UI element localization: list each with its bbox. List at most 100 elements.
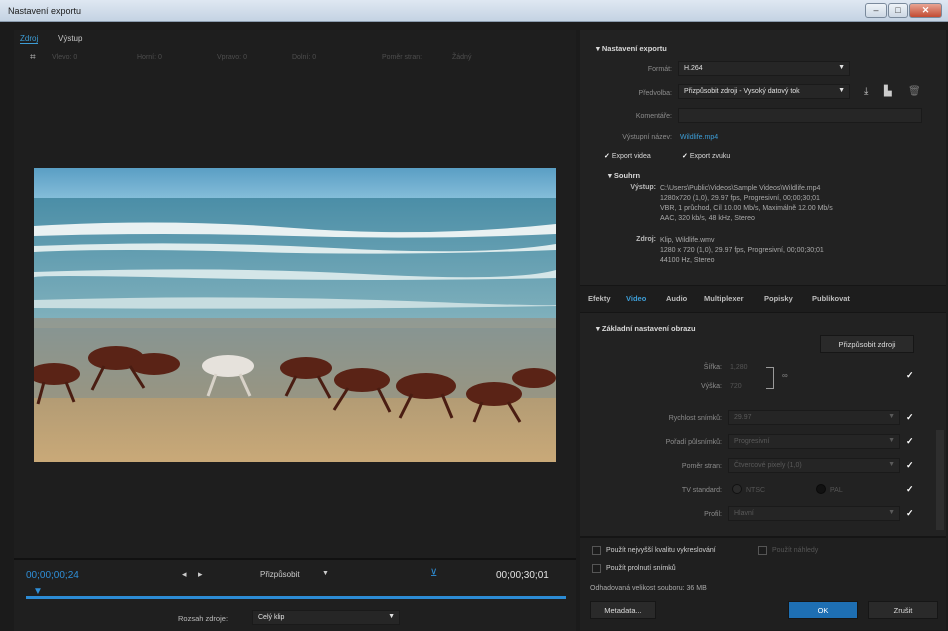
metadata-button[interactable]: Metadata... <box>590 601 656 619</box>
framerate-dropdown[interactable]: 29.97 ▼ <box>728 410 900 425</box>
summary-source-line: 44100 Hz, Stereo <box>660 257 715 264</box>
crop-bottom[interactable]: Dolní: 0 <box>292 54 316 61</box>
summary-output-line: VBR, 1 průchod, Cíl 10.00 Mb/s, Maximáln… <box>660 205 833 212</box>
pal-radio[interactable] <box>816 484 826 494</box>
field-order-dropdown[interactable]: Progresivní ▼ <box>728 434 900 449</box>
preset-label: Předvolba: <box>638 90 672 97</box>
aspect-dropdown[interactable]: Čtvercové pixely (1,0) ▼ <box>728 458 900 473</box>
tab-multiplexer[interactable]: Multiplexer <box>704 294 744 303</box>
timeline-scrubber[interactable] <box>26 596 566 599</box>
video-preview <box>34 168 556 462</box>
duration-timecode: 00;00;30;01 <box>496 570 549 581</box>
format-dropdown[interactable]: H.264 ▼ <box>678 61 850 76</box>
match-source-button[interactable]: Přizpůsobit zdroji <box>820 335 914 353</box>
framerate-check-icon[interactable]: ✓ <box>906 412 914 423</box>
max-quality-label: Použít nejvyšší kvalitu vykreslování <box>606 547 716 554</box>
settings-scrollbar[interactable] <box>936 430 944 530</box>
frame-blend-label: Použít prolnutí snímků <box>606 565 676 572</box>
import-preset-icon[interactable]: ▙ <box>884 86 892 97</box>
profile-value: Hlavní <box>734 510 754 517</box>
summary-output-label: Výstup: <box>630 184 656 191</box>
tab-source[interactable]: Zdroj <box>20 34 39 44</box>
profile-dropdown[interactable]: Hlavní ▼ <box>728 506 900 521</box>
crop-top[interactable]: Horní: 0 <box>137 54 162 61</box>
source-range-dropdown[interactable]: Celý klip ▼ <box>252 610 400 625</box>
chevron-down-icon: ▼ <box>838 87 845 94</box>
export-audio-checkbox[interactable]: ✓ Export zvuku <box>682 152 730 160</box>
format-label: Formát: <box>647 66 672 73</box>
tab-video[interactable]: Video <box>626 294 646 303</box>
summary-output-line: 1280x720 (1,0), 29.97 fps, Progresivní, … <box>660 195 820 202</box>
maximize-button[interactable]: □ <box>888 3 908 18</box>
playhead-icon[interactable]: ▼ <box>33 586 43 597</box>
previews-checkbox[interactable] <box>758 546 767 555</box>
chevron-down-icon: ▼ <box>888 437 895 444</box>
height-value[interactable]: 720 <box>730 383 742 390</box>
summary-source-text: Klip, Wildlife.wmv 1280 x 720 (1,0), 29.… <box>660 236 824 266</box>
aspect-check-icon[interactable]: ✓ <box>906 460 914 471</box>
aspect-value: Čtvercové pixely (1,0) <box>734 462 802 469</box>
summary-source-line: Klip, Wildlife.wmv <box>660 237 715 244</box>
basic-video-title: Základní nastavení obrazu <box>601 324 696 333</box>
field-order-label: Pořadí půlsnímků: <box>665 439 722 446</box>
preset-value: Přizpůsobit zdroji - Vysoký datový tok <box>684 88 800 95</box>
close-button[interactable]: ✕ <box>909 3 942 18</box>
tab-output[interactable]: Výstup <box>58 34 82 43</box>
crop-right[interactable]: Vpravo: 0 <box>217 54 247 61</box>
link-bracket <box>766 367 774 389</box>
cancel-button[interactable]: Zrušit <box>868 601 938 619</box>
window-title: Nastavení exportu <box>8 6 82 16</box>
check-icon: ✓ <box>682 153 688 160</box>
export-video-label: Export videa <box>611 153 651 160</box>
max-quality-checkbox[interactable] <box>592 546 601 555</box>
summary-output-line: AAC, 320 kb/s, 48 kHz, Stereo <box>660 215 755 222</box>
chain-link-icon[interactable]: ∞ <box>782 371 788 380</box>
out-point-icon[interactable]: ▸ <box>198 569 203 580</box>
comments-field[interactable] <box>678 108 922 123</box>
crop-icon[interactable]: ⌗ <box>30 52 36 63</box>
width-value[interactable]: 1,280 <box>730 364 748 371</box>
framerate-label: Rychlost snímků: <box>668 415 722 422</box>
tv-standard-check-icon[interactable]: ✓ <box>906 484 914 495</box>
save-preset-icon[interactable]: ⤓ <box>864 86 868 97</box>
minimize-button[interactable]: – <box>865 3 887 18</box>
profile-check-icon[interactable]: ✓ <box>906 508 914 519</box>
summary-source-label: Zdroj: <box>636 236 656 243</box>
frame-blend-checkbox[interactable] <box>592 564 601 573</box>
width-height-check-icon[interactable]: ✓ <box>906 370 914 381</box>
source-range-label: Rozsah zdroje: <box>178 614 229 623</box>
crop-aspect-label: Poměr stran: <box>382 54 423 61</box>
crop-toolbar: ⌗ Vlevo: 0 Horní: 0 Vpravo: 0 Dolní: 0 P… <box>22 50 572 68</box>
current-timecode[interactable]: 00;00;00;24 <box>26 570 79 581</box>
pal-label: PAL <box>830 487 843 494</box>
summary-output-line: C:\Users\Public\Videos\Sample Videos\Wil… <box>660 185 821 192</box>
tab-audio[interactable]: Audio <box>666 294 687 303</box>
ntsc-radio[interactable] <box>732 484 742 494</box>
output-name-link[interactable]: Wildlife.mp4 <box>680 134 718 141</box>
zoom-fit-dropdown[interactable]: Přizpůsobit <box>260 570 300 579</box>
crop-aspect-dropdown[interactable]: Žádný <box>452 54 471 61</box>
height-label: Výška: <box>700 383 722 390</box>
ok-button[interactable]: OK <box>788 601 858 619</box>
crop-left[interactable]: Vlevo: 0 <box>52 54 77 61</box>
export-settings-header[interactable]: ▾ Nastavení exportu <box>596 44 667 53</box>
field-order-check-icon[interactable]: ✓ <box>906 436 914 447</box>
ntsc-label: NTSC <box>746 487 766 494</box>
tab-publish[interactable]: Publikovat <box>812 294 850 303</box>
chevron-down-icon: ▼ <box>388 613 395 620</box>
delete-preset-icon[interactable]: 🗑 <box>908 86 921 97</box>
tab-captions[interactable]: Popisky <box>764 294 793 303</box>
framerate-value: 29.97 <box>734 414 752 421</box>
tab-effects[interactable]: Efekty <box>588 294 611 303</box>
basic-video-header[interactable]: ▾ Základní nastavení obrazu <box>596 324 696 333</box>
chevron-down-icon: ▼ <box>888 413 895 420</box>
chevron-down-icon: ▼ <box>888 509 895 516</box>
export-video-checkbox[interactable]: ✓ Export videa <box>604 152 651 160</box>
preset-dropdown[interactable]: Přizpůsobit zdroji - Vysoký datový tok ▼ <box>678 84 850 99</box>
field-order-value: Progresivní <box>734 438 770 445</box>
aspect-toggle-icon[interactable]: ⊻ <box>430 568 437 579</box>
summary-header[interactable]: ▾ Souhrn <box>608 171 640 180</box>
in-point-icon[interactable]: ◂ <box>182 569 187 580</box>
profile-label: Profil: <box>704 511 722 518</box>
estimated-size: Odhadovaná velikost souboru: 36 MB <box>590 585 707 592</box>
